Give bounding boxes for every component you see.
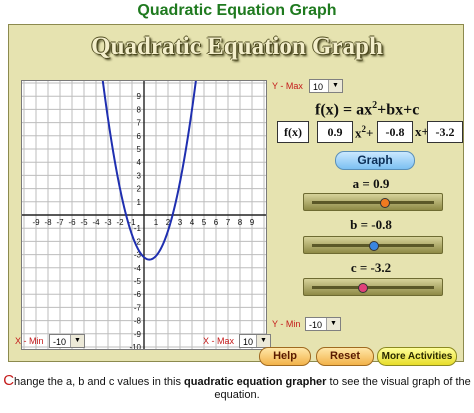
xmax-select[interactable]: 10 ▼ [239,334,271,348]
x-tick-label: -4 [92,218,100,227]
graph-button[interactable]: Graph [335,151,415,170]
x-tick-label: 4 [190,218,195,227]
ymax-value: 10 [313,82,324,92]
chevron-down-icon: ▼ [256,335,270,347]
help-button[interactable]: Help [259,347,311,366]
x-tick-label: 5 [202,218,207,227]
reset-button[interactable]: Reset [316,347,374,366]
x-tick-label: 6 [214,218,219,227]
instruction-first-letter: C [3,372,15,389]
xmax-label: X - Max [203,336,235,346]
a-slider-track [312,201,434,204]
y-tick-label: -1 [134,224,142,233]
graph-area: -9 -8 -7 -6 -5 -4 -3 -2 -1 1 2 3 4 5 6 7 8 9 9 8 7 6 5 4 3 2 1 -1 -2… [21,69,267,352]
x-tick-label: -9 [32,218,40,227]
panel-title: Quadratic Equation Graph [91,33,383,60]
x-tick-label: -7 [56,218,64,227]
xmin-label: X - Min [15,336,44,346]
y-tick-label: 9 [137,92,142,101]
y-tick-label: 7 [137,119,142,128]
x-tick-label: 8 [238,218,243,227]
ymin-select[interactable]: -10 ▼ [305,317,341,331]
y-tick-label: -10 [129,343,141,349]
a-slider-label: a = 0.9 [352,176,390,191]
b-slider-knob[interactable] [369,241,379,251]
y-tick-label: 5 [137,145,142,154]
x-tick-label: 7 [226,218,231,227]
formula-suffix: +bx+c [377,101,420,119]
y-tick-label: 8 [137,105,142,114]
a-input[interactable]: 0.9 [317,121,353,143]
page-title: Quadratic Equation Graph [137,2,337,19]
y-tick-label: 3 [137,171,142,180]
ymax-select[interactable]: 10 ▼ [309,79,343,93]
app-panel: Quadratic Equation Graph -9 -8 -7 -6 -5 -4 -3-… [8,24,464,366]
chevron-down-icon: ▼ [70,335,84,347]
coefficient-row: f(x) 0.9 x2+ -0.8 x+ -3.2 [277,121,463,143]
x-tick-label: -8 [44,218,52,227]
x-tick-label: 1 [154,218,159,227]
instruction-text: Change the a, b and c values in this qua… [0,372,474,402]
b-input[interactable]: -0.8 [377,121,413,143]
x-tick-label: -6 [68,218,76,227]
c-input[interactable]: -3.2 [427,121,463,143]
x-tick-label: 3 [178,218,183,227]
c-slider[interactable] [303,278,443,296]
y-tick-label: -6 [134,290,142,299]
y-tick-label: 6 [137,132,142,141]
more-activities-button[interactable]: More Activities [377,347,457,366]
ymin-value: -10 [309,320,323,330]
x-tick-label: -2 [116,218,124,227]
formula-display: f(x) = ax2+bx+c [315,100,419,119]
graph-svg: -9 -8 -7 -6 -5 -4 -3 -2 -1 1 2 3 4 5 6 7 8 9987654321-1-2… [22,69,266,352]
ymax-label: Y - Max [272,81,303,91]
formula-prefix: f(x) = ax [315,101,373,119]
y-tick-label: -8 [134,317,142,326]
c-slider-knob[interactable] [357,283,368,293]
c-slider-label: c = -3.2 [350,260,392,275]
x-tick-label: -3 [104,218,112,227]
chevron-down-icon: ▼ [326,318,340,330]
ymin-label: Y - Min [272,319,301,329]
instruction-text-bold: quadratic equation grapher [184,376,327,388]
y-tick-label: -5 [134,277,142,286]
xmin-value: -10 [53,337,67,347]
b-slider[interactable] [303,236,443,254]
chevron-down-icon: ▼ [328,80,342,92]
fx-label-box: f(x) [277,121,309,143]
instruction-text-before: hange the a, b and c values in this [14,376,185,388]
x-tick-label: -5 [80,218,88,227]
y-tick-label: 4 [137,158,142,167]
b-slider-label: b = -0.8 [350,217,392,232]
a-slider[interactable] [303,193,443,211]
a-slider-knob[interactable] [380,198,391,208]
x2-label: x2+ [355,124,373,141]
y-tick-label: 2 [137,185,142,194]
x-tick-label: 9 [250,218,255,227]
y-tick-label: -9 [134,330,142,339]
xmin-select[interactable]: -10 ▼ [49,334,85,348]
parabola-curve [100,69,198,261]
xmax-value: 10 [243,337,254,347]
y-tick-label: -7 [134,303,142,312]
plus-one: + [366,125,374,141]
y-tick-label: -4 [134,264,142,273]
y-tick-label: 1 [137,198,142,207]
c-slider-track [312,286,434,289]
